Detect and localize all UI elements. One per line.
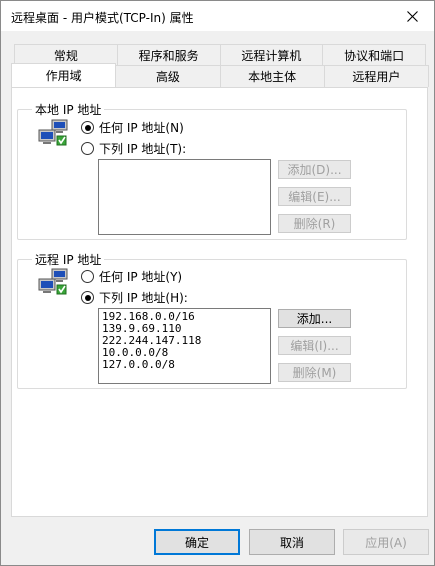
tab-row-front: 作用域 高级 本地主体 远程用户: [11, 63, 429, 87]
remote-ip-listbox[interactable]: 192.168.0.0/16 139.9.69.110 222.244.147.…: [98, 308, 271, 384]
remote-ip-group-title: 远程 IP 地址: [32, 251, 105, 268]
local-add-button[interactable]: 添加(D)...: [278, 160, 351, 179]
local-remove-button[interactable]: 删除(R): [278, 214, 351, 233]
local-list-ip-radio[interactable]: 下列 IP 地址(T):: [81, 140, 186, 157]
radio-indicator: [81, 121, 94, 134]
local-ip-listbox[interactable]: [98, 159, 271, 235]
window-title: 远程桌面 - 用户模式(TCP-In) 属性: [11, 11, 194, 25]
title-bar: 远程桌面 - 用户模式(TCP-In) 属性: [1, 1, 434, 31]
close-button[interactable]: [390, 1, 434, 31]
ok-button[interactable]: 确定: [154, 529, 240, 555]
radio-indicator: [81, 270, 94, 283]
apply-button[interactable]: 应用(A): [343, 529, 429, 555]
remote-list-ip-label: 下列 IP 地址(H):: [99, 291, 188, 305]
local-list-ip-label: 下列 IP 地址(T):: [99, 142, 187, 156]
list-item[interactable]: 127.0.0.0/8: [102, 359, 267, 371]
close-icon: [406, 10, 418, 22]
tab-advanced[interactable]: 高级: [115, 65, 221, 87]
network-computers-icon: [38, 119, 68, 146]
tab-local-principals[interactable]: 本地主体: [219, 65, 325, 87]
remote-remove-button[interactable]: 删除(M): [278, 363, 351, 382]
tab-scope[interactable]: 作用域: [11, 63, 117, 87]
radio-indicator: [81, 291, 94, 304]
tab-remote-computers[interactable]: 远程计算机: [219, 44, 324, 66]
tab-remote-users[interactable]: 远程用户: [323, 65, 429, 87]
properties-dialog: 远程桌面 - 用户模式(TCP-In) 属性 常规 程序和服务 远程计算机 协议…: [0, 0, 435, 566]
remote-edit-button[interactable]: 编辑(I)...: [278, 336, 351, 355]
local-edit-button[interactable]: 编辑(E)...: [278, 187, 351, 206]
remote-list-ip-radio[interactable]: 下列 IP 地址(H):: [81, 289, 188, 306]
tab-programs-services[interactable]: 程序和服务: [116, 44, 221, 66]
local-any-ip-radio[interactable]: 任何 IP 地址(N): [81, 119, 184, 136]
remote-any-ip-label: 任何 IP 地址(Y): [99, 270, 183, 284]
tab-protocols-ports[interactable]: 协议和端口: [322, 44, 426, 66]
remote-any-ip-radio[interactable]: 任何 IP 地址(Y): [81, 268, 182, 285]
cancel-button[interactable]: 取消: [249, 529, 335, 555]
local-ip-group-title: 本地 IP 地址: [32, 101, 105, 118]
local-any-ip-label: 任何 IP 地址(N): [99, 121, 184, 135]
network-computers-icon: [38, 268, 68, 295]
radio-indicator: [81, 142, 94, 155]
remote-add-button[interactable]: 添加...: [278, 309, 351, 328]
